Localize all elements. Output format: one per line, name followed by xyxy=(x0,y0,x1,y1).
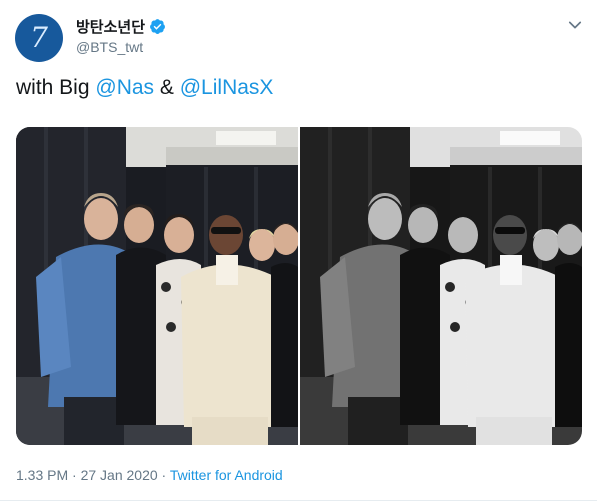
tweet-meta: 1.33 PM · 27 Jan 2020 · Twitter for Andr… xyxy=(16,467,283,483)
group-photo-bw-image xyxy=(300,127,582,445)
chevron-down-icon[interactable] xyxy=(566,16,584,34)
tweet-text-prefix: with Big xyxy=(16,76,96,99)
media-grid xyxy=(16,127,582,445)
tweet-text-joiner: & xyxy=(154,76,180,99)
group-photo-color-image xyxy=(16,127,298,445)
tweet-time[interactable]: 1.33 PM xyxy=(16,467,68,483)
tweet-date[interactable]: 27 Jan 2020 xyxy=(81,467,158,483)
tweet-card: 7 방탄소년단 @BTS_twt with Big @Nas & @LilNas… xyxy=(0,0,597,504)
user-handle[interactable]: @BTS_twt xyxy=(76,39,143,55)
display-name[interactable]: 방탄소년단 xyxy=(76,16,145,37)
avatar-logo: 7 xyxy=(30,21,48,54)
photo-color[interactable] xyxy=(16,127,298,445)
meta-separator-2: · xyxy=(157,467,170,483)
tweet-text: with Big @Nas & @LilNasX xyxy=(16,76,273,100)
verified-badge-icon xyxy=(150,19,165,34)
tweet-source-link[interactable]: Twitter for Android xyxy=(170,467,283,483)
meta-separator-1: · xyxy=(68,467,81,483)
divider xyxy=(0,500,597,501)
avatar[interactable]: 7 xyxy=(15,14,63,62)
mention-lilnasx[interactable]: @LilNasX xyxy=(180,76,274,99)
mention-nas[interactable]: @Nas xyxy=(95,76,154,99)
author-name-row[interactable]: 방탄소년단 xyxy=(76,16,166,37)
photo-grayscale[interactable] xyxy=(300,127,582,445)
